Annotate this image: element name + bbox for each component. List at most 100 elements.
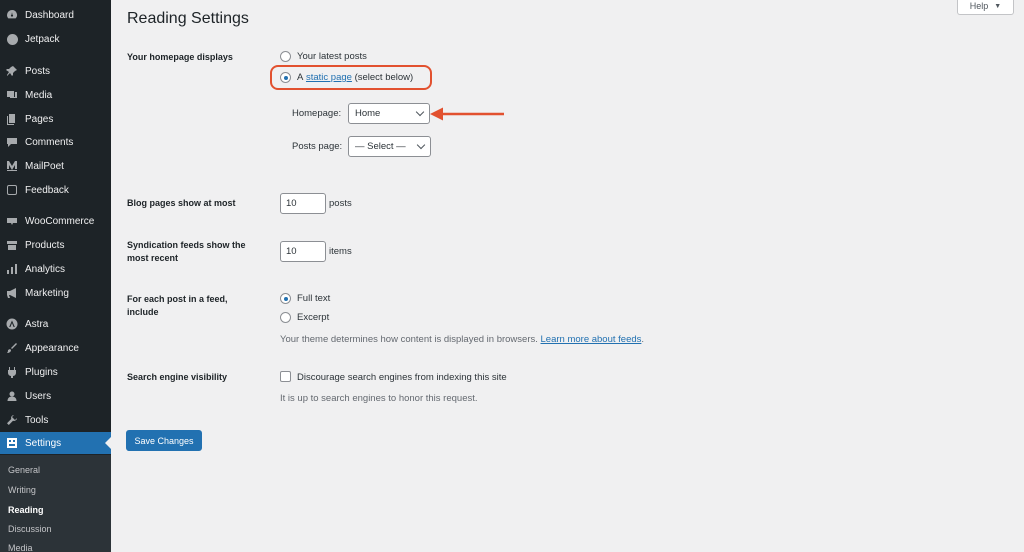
radio-label-suffix: (select below) <box>354 72 414 83</box>
admin-sidebar: Dashboard Jetpack Posts Media Pages Comm… <box>0 0 111 552</box>
chevron-down-icon <box>416 140 426 150</box>
learn-more-feeds-link[interactable]: Learn more about feeds <box>541 334 642 345</box>
radio-button[interactable] <box>280 312 291 323</box>
feed-description: Your theme determines how content is dis… <box>280 334 644 345</box>
radio-excerpt[interactable]: Excerpt <box>280 312 329 323</box>
sidebar-item-label: Settings <box>25 437 62 449</box>
radio-label: Your latest posts <box>297 51 367 62</box>
annotation-arrow-icon <box>430 107 504 121</box>
sidebar-item-label: Tools <box>25 414 49 426</box>
user-icon <box>6 390 18 402</box>
sidebar-item-jetpack[interactable]: Jetpack <box>0 28 111 50</box>
discourage-search-label: Discourage search engines from indexing … <box>297 372 507 383</box>
sidebar-item-comments[interactable]: Comments <box>0 131 111 153</box>
sidebar-item-label: Comments <box>25 136 74 148</box>
feed-description-text: Your theme determines how content is dis… <box>280 334 538 345</box>
pages-icon <box>6 113 18 125</box>
sidebar-item-label: Products <box>25 239 65 251</box>
jetpack-icon <box>6 33 18 45</box>
sidebar-item-marketing[interactable]: Marketing <box>0 282 111 304</box>
sidebar-item-tools[interactable]: Tools <box>0 409 111 431</box>
blog-pages-input[interactable]: 10 <box>280 193 326 214</box>
posts-page-select-value: — Select — <box>355 141 406 152</box>
sidebar-item-label: Plugins <box>25 366 58 378</box>
chevron-down-icon <box>415 107 425 117</box>
sidebar-item-label: Pages <box>25 113 54 125</box>
sidebar-item-feedback[interactable]: Feedback <box>0 179 111 201</box>
analytics-icon <box>6 263 18 275</box>
media-icon <box>6 89 18 101</box>
products-icon <box>6 239 18 251</box>
search-visibility-label: Search engine visibility <box>127 372 228 382</box>
sidebar-item-label: Appearance <box>25 342 79 354</box>
sidebar-item-label: Users <box>25 390 52 402</box>
settings-icon <box>6 437 18 449</box>
woocommerce-icon <box>6 215 18 227</box>
megaphone-icon <box>6 287 18 299</box>
sidebar-item-label: Posts <box>25 65 51 77</box>
astra-icon <box>6 318 18 330</box>
sidebar-item-users[interactable]: Users <box>0 385 111 407</box>
feed-include-label: For each post in a feed, include <box>127 294 228 317</box>
syndication-input[interactable]: 10 <box>280 241 326 262</box>
homepage-select-label: Homepage: <box>292 108 342 119</box>
feedback-icon <box>6 184 18 196</box>
sidebar-item-products[interactable]: Products <box>0 234 111 256</box>
help-label: Help <box>969 1 989 11</box>
sidebar-item-label: Feedback <box>25 184 69 196</box>
blog-pages-label: Blog pages show at most <box>127 198 236 208</box>
homepage-select-value: Home <box>355 108 381 119</box>
sidebar-item-label: Media <box>25 89 53 101</box>
pin-icon <box>6 65 18 77</box>
save-changes-button[interactable]: Save Changes <box>126 430 202 451</box>
feed-description-end: . <box>641 334 645 345</box>
sidebar-item-label: MailPoet <box>25 160 64 172</box>
wrench-icon <box>6 414 18 426</box>
sidebar-item-appearance[interactable]: Appearance <box>0 337 111 359</box>
homepage-displays-label: Your homepage displays <box>127 52 233 62</box>
radio-label: Excerpt <box>297 312 330 323</box>
radio-button-selected[interactable] <box>280 293 291 304</box>
submenu-writing[interactable]: Writing <box>8 485 36 495</box>
brush-icon <box>6 342 18 354</box>
radio-button-selected[interactable] <box>280 72 291 83</box>
sidebar-item-woocommerce[interactable]: WooCommerce <box>0 210 111 232</box>
submenu-reading[interactable]: Reading <box>8 505 44 515</box>
radio-latest-posts[interactable]: Your latest posts <box>280 51 367 62</box>
radio-full-text[interactable]: Full text <box>280 293 330 304</box>
homepage-select[interactable]: Home <box>348 103 430 124</box>
posts-page-select-label: Posts page: <box>292 141 343 152</box>
discourage-search-checkbox[interactable] <box>280 371 291 382</box>
sidebar-item-media[interactable]: Media <box>0 84 111 106</box>
sidebar-item-analytics[interactable]: Analytics <box>0 258 111 280</box>
static-page-link[interactable]: static page <box>306 72 352 83</box>
radio-label: Full text <box>297 293 331 304</box>
submenu-media[interactable]: Media <box>8 543 33 552</box>
radio-static-page[interactable]: A static page (select below) <box>280 72 413 83</box>
help-button[interactable]: Help ▼ <box>957 0 1014 15</box>
sidebar-item-dashboard[interactable]: Dashboard <box>0 4 111 26</box>
sidebar-item-pages[interactable]: Pages <box>0 108 111 130</box>
submenu-general[interactable]: General <box>8 465 40 475</box>
radio-label-prefix: A <box>297 72 304 83</box>
settings-submenu: General Writing Reading Discussion Media <box>0 455 111 552</box>
main-content: Help ▼ Reading Settings Your homepage di… <box>111 0 1024 552</box>
mailpoet-icon <box>6 160 18 172</box>
posts-page-select[interactable]: — Select — <box>348 136 431 157</box>
sidebar-item-label: WooCommerce <box>25 215 95 227</box>
sidebar-item-astra[interactable]: Astra <box>0 313 111 335</box>
radio-button[interactable] <box>280 51 291 62</box>
sidebar-item-posts[interactable]: Posts <box>0 60 111 82</box>
search-visibility-desc: It is up to search engines to honor this… <box>280 393 478 404</box>
plugin-icon <box>6 366 18 378</box>
comment-icon <box>6 136 18 148</box>
caret-down-icon: ▼ <box>994 2 1002 10</box>
sidebar-item-mailpoet[interactable]: MailPoet <box>0 155 111 177</box>
sidebar-item-label: Jetpack <box>25 33 60 45</box>
sidebar-item-label: Dashboard <box>25 9 74 21</box>
sidebar-item-plugins[interactable]: Plugins <box>0 361 111 383</box>
sidebar-item-label: Marketing <box>25 287 69 299</box>
sidebar-item-settings[interactable]: Settings <box>0 432 111 454</box>
sidebar-item-label: Astra <box>25 318 49 330</box>
submenu-discussion[interactable]: Discussion <box>8 524 52 534</box>
